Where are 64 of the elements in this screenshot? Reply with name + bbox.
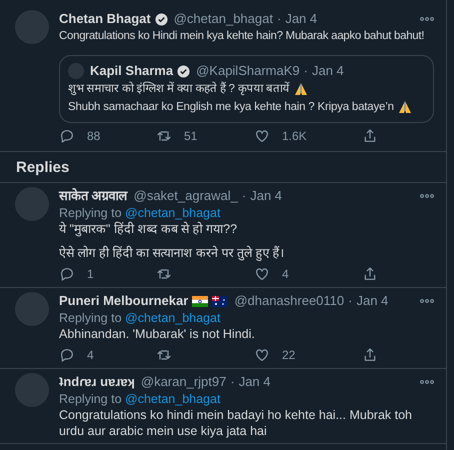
user-name[interactable]: साकेत अग्रवाल — [59, 187, 128, 205]
heart-icon — [254, 128, 270, 144]
user-name[interactable]: ʇndɾɐɹ uɐɹɐʞ — [59, 373, 135, 391]
share-icon — [362, 347, 378, 363]
tweet-date[interactable]: Jan 4 — [285, 10, 318, 28]
reply-button[interactable] — [59, 347, 75, 363]
count: 51 — [184, 128, 198, 145]
quote-text: Shubh samachaar ko English me kya kehte hain ? Kripya bataye’n — [68, 100, 394, 115]
quoted-tweet[interactable]: Kapil Sharma @KapilSharmaK9 · Jan 4 शुभ समाचार को इंग्लिश में क्या कहते हैं ? कृपया बतायें Shubh samachaar ko English me kya kehte hain ? Kripya bataye’n — [59, 55, 434, 123]
reply-text: ऐसे लोग ही हिंदी का सत्यानाश करने पर तुले हुए हैं। — [59, 245, 286, 261]
like-button[interactable] — [254, 266, 270, 282]
count: 4 — [282, 266, 289, 283]
separator-dot: · — [230, 373, 235, 391]
tweet-date[interactable]: Jan 4 — [250, 187, 282, 205]
user-name[interactable]: Chetan Bhagat — [59, 10, 151, 28]
more-icon[interactable] — [420, 194, 434, 198]
count: 1.6K — [282, 128, 307, 145]
like-button[interactable] — [254, 128, 270, 144]
replying-label: Replying to — [59, 311, 122, 325]
user-handle[interactable]: @dhanashree0110 — [234, 292, 344, 310]
more-icon[interactable] — [420, 17, 434, 21]
share-button[interactable] — [362, 128, 378, 144]
share-button[interactable] — [362, 266, 378, 282]
separator-dot: · — [276, 10, 282, 28]
heart-icon — [254, 266, 270, 282]
more-icon[interactable] — [420, 380, 434, 384]
tweet-date[interactable]: Jan 4 — [238, 373, 270, 391]
replies-heading: Replies — [16, 159, 70, 176]
user-handle[interactable]: @KapilSharmaK9 — [196, 62, 300, 80]
count: 88 — [87, 128, 100, 145]
mention-link[interactable]: @chetan_bhagat — [125, 392, 220, 406]
tweet-date[interactable]: Jan 4 — [356, 292, 388, 310]
user-handle[interactable]: @chetan_bhagat — [174, 10, 273, 28]
count: 1 — [87, 266, 94, 283]
share-icon — [362, 266, 378, 282]
separator-dot: · — [348, 292, 352, 310]
reply-text: ये "मुबारक" हिंदी शब्द कब से हो गया?? — [59, 221, 238, 237]
user-name[interactable]: Puneri Melbournekar — [59, 292, 188, 310]
reply-text: Congratulations ko hindi mein badayi ho kehte hai... Mubrak toh urdu aur arabic mein use kiya jata hai — [59, 407, 413, 439]
user-handle[interactable]: @karan_rjpt97 — [140, 373, 226, 391]
tweet-date[interactable]: Jan 4 — [312, 62, 344, 80]
reply-text: Abhinandan. 'Mubarak' is not Hindi. — [59, 326, 256, 342]
separator-dot: · — [304, 62, 308, 80]
user-handle[interactable]: @saket_agrawal_ — [134, 187, 238, 205]
tweet-text: Congratulations ko Hindi mein kya kehte hain? Mubarak aapko bahut bahut! — [59, 29, 426, 44]
share-icon — [362, 128, 378, 144]
count: 4 — [87, 347, 94, 364]
replying-label: Replying to — [59, 392, 122, 406]
reply-button[interactable] — [59, 266, 75, 282]
reply-icon — [59, 266, 75, 282]
reply-button[interactable] — [59, 128, 75, 144]
share-button[interactable] — [362, 347, 378, 363]
like-button[interactable] — [254, 347, 270, 363]
count: 22 — [282, 347, 296, 364]
quote-text: शुभ समाचार को इंग्लिश में क्या कहते हैं ? कृपया बतायें — [68, 80, 290, 98]
more-icon[interactable] — [420, 299, 434, 303]
mention-link[interactable]: @chetan_bhagat — [125, 311, 220, 325]
user-name[interactable]: Kapil Sharma — [90, 62, 174, 80]
mention-link[interactable]: @chetan_bhagat — [125, 206, 220, 220]
replying-label: Replying to — [59, 206, 122, 220]
heart-icon — [254, 347, 270, 363]
reply-icon — [59, 347, 75, 363]
separator-dot: · — [242, 187, 246, 205]
reply-icon — [59, 128, 75, 144]
